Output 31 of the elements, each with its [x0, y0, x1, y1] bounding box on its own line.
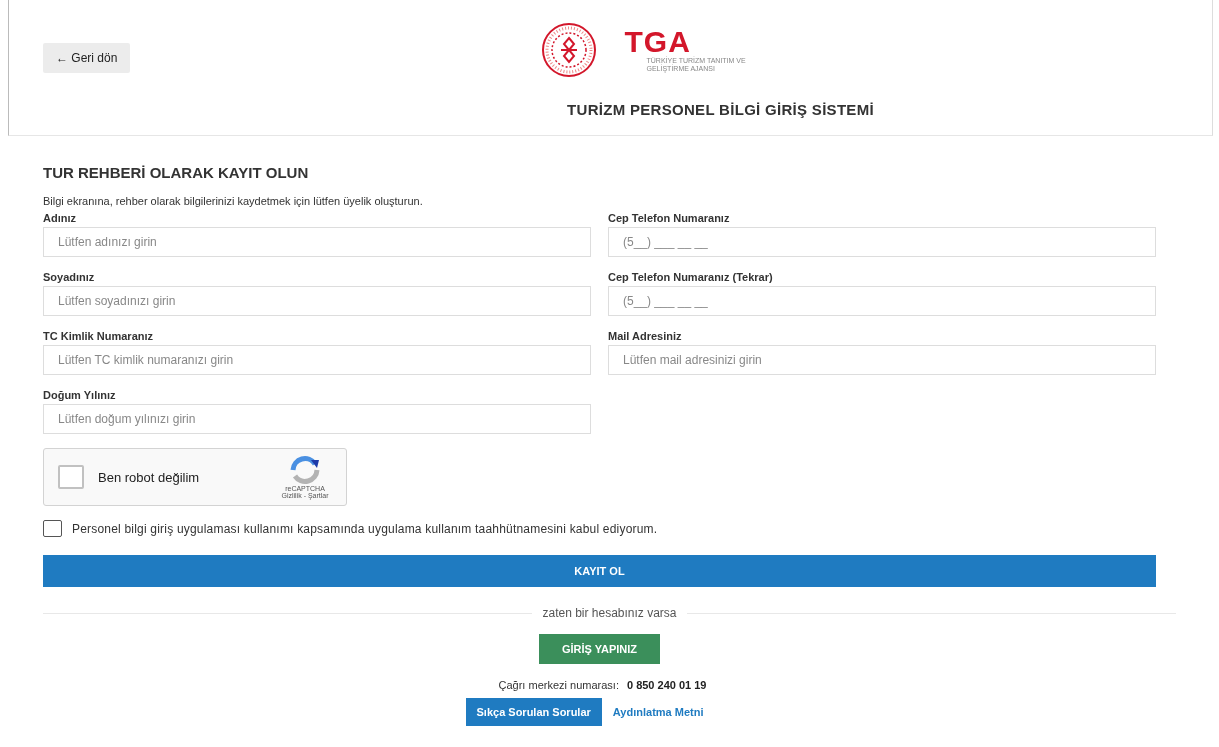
logo-text: TGA	[624, 26, 691, 57]
input-field[interactable]: (5__) ___ __ __	[608, 227, 1156, 257]
recaptcha-icon	[289, 455, 321, 484]
register-button[interactable]: KAYIT OL	[43, 555, 1156, 587]
form-heading: TUR REHBERİ OLARAK KAYIT OLUN	[43, 164, 310, 181]
page-title: TURİZM PERSONEL BİLGİ GİRİŞ SİSTEMİ	[566, 101, 875, 118]
input-field[interactable]: Lütfen soyadınızı girin	[43, 286, 591, 316]
call-center-number: 0 850 240 01 19	[626, 679, 707, 691]
field-label: TC Kimlik Numaranız	[43, 329, 155, 344]
field-label: Soyadınız	[43, 270, 96, 285]
field-label: Mail Adresiniz	[608, 329, 683, 344]
field-label: Cep Telefon Numaranız (Tekrar)	[608, 270, 774, 285]
input-field[interactable]: (5__) ___ __ __	[608, 286, 1156, 316]
input-field[interactable]: Lütfen doğum yılınızı girin	[43, 404, 591, 434]
divider-text: zaten bir hesabınız varsa	[542, 606, 677, 620]
intro-text: Bilgi ekranına, rehber olarak bilgilerinizi kaydetmek için lütfen üyelik oluşturun.	[43, 195, 424, 207]
back-button[interactable]: ← Geri dön	[43, 43, 131, 73]
faq-button[interactable]: Sıkça Sorulan Sorular	[465, 698, 602, 726]
consent-checkbox[interactable]	[43, 520, 62, 537]
call-center-label: Çağrı merkezi numarası:	[498, 679, 619, 691]
field-label: Doğum Yılınız	[43, 388, 117, 403]
field-label: Adınız	[43, 211, 77, 226]
disclosure-link[interactable]: Aydınlatma Metni	[612, 706, 704, 718]
captcha-checkbox[interactable]	[58, 465, 84, 489]
input-field[interactable]: Lütfen TC kimlik numaranızı girin	[43, 345, 591, 375]
consent-label: Personel bilgi giriş uygulaması kullanımı kapsamında uygulama kullanım taahhütnamesini kabul ediyorum.	[72, 521, 658, 536]
field-label: Cep Telefon Numaranız	[608, 211, 731, 226]
input-field[interactable]: Lütfen adınızı girin	[43, 227, 591, 257]
login-button[interactable]: GİRİŞ YAPINIZ	[538, 634, 661, 664]
input-field[interactable]: Lütfen mail adresinizi girin	[608, 345, 1156, 375]
captcha-label: Ben robot değilim	[98, 469, 201, 485]
